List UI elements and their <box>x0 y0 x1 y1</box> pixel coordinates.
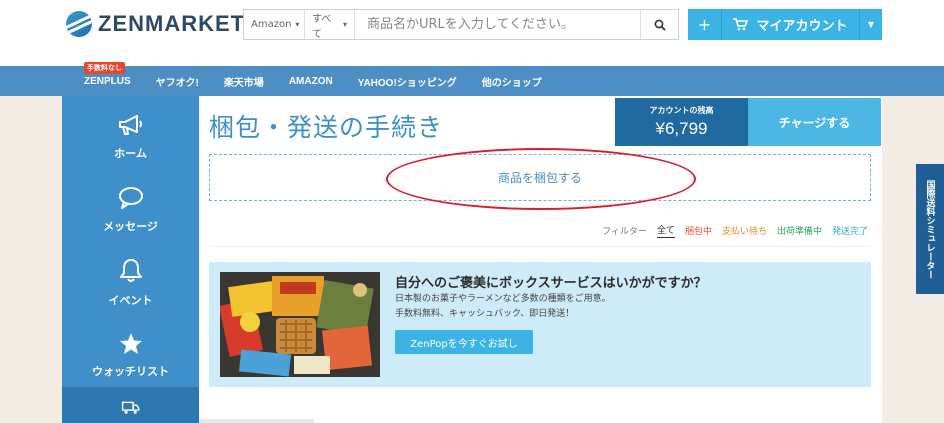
main-nav: 手数料なし ZENPLUS ヤフオク! 楽天市場 AMAZON YAHOO!ショ… <box>0 61 944 96</box>
my-account-label: マイアカウント <box>756 19 848 34</box>
try-zenpop-button[interactable]: ZenPopを今すぐお試し <box>395 330 533 354</box>
sidebar-item-messages[interactable]: メッセージ <box>62 173 199 246</box>
nav-item-label: ZENPLUS <box>84 75 131 87</box>
search-input[interactable] <box>355 10 640 39</box>
pack-items-button[interactable]: 商品を梱包する <box>209 154 871 201</box>
star-icon <box>119 333 142 354</box>
horizontal-scrollbar[interactable] <box>199 419 314 423</box>
balance-label: アカウントの残高 <box>649 106 714 115</box>
nav-item-zenplus[interactable]: 手数料なし ZENPLUS <box>84 61 131 87</box>
nav-item-amazon[interactable]: AMAZON <box>289 76 333 87</box>
source-select-value: Amazon <box>251 19 292 30</box>
shipping-simulator-tab[interactable]: 国際送料シミュレーター <box>916 164 944 294</box>
account-balance: アカウントの残高 ¥6,799 <box>615 98 748 146</box>
zenpop-promo-banner: 自分へのご褒美にボックスサービスはいかがですか？ 日本製のお菓子やラーメンなど多… <box>209 262 871 387</box>
category-select[interactable]: すべて ▾ <box>305 10 355 40</box>
logo-mark-icon <box>66 11 92 37</box>
account-dropdown-toggle[interactable]: ▼ <box>860 9 882 40</box>
sidebar-item-shipping[interactable] <box>62 387 199 423</box>
status-filters: フィルター 全て 梱包中 支払い待ち 出荷準備中 発送完了 <box>592 223 868 238</box>
search-button[interactable] <box>640 10 678 39</box>
chevron-down-icon: ▾ <box>342 20 347 29</box>
search-icon <box>654 19 666 31</box>
chevron-down-icon: ▼ <box>867 20 875 29</box>
page-title: 梱包・発送の手続き <box>209 113 444 142</box>
filter-all[interactable]: 全て <box>656 223 675 238</box>
nav-item-label: AMAZON <box>288 75 333 87</box>
category-select-value: すべて <box>312 13 332 40</box>
snack-box-image[interactable] <box>220 272 380 377</box>
nav-item-rakuten[interactable]: 楽天市場 <box>224 74 264 89</box>
balance-value: ¥6,799 <box>655 119 708 138</box>
nav-item-label: ヤフオク! <box>155 77 199 89</box>
filter-packing[interactable]: 梱包中 <box>685 224 712 237</box>
filter-shipped[interactable]: 発送完了 <box>832 224 868 237</box>
plus-icon: + <box>697 15 712 34</box>
nav-item-label: YAHOO!ショッピング <box>357 77 457 89</box>
shipping-simulator-label: 国際送料シミュレーター <box>924 179 935 279</box>
sidebar-item-events[interactable]: イベント <box>62 246 199 319</box>
logo-text: ZENMARKET <box>98 11 246 36</box>
add-button[interactable]: + <box>688 9 722 40</box>
nav-item-label: 他のショップ <box>481 77 542 89</box>
sidebar-item-label: ウォッチリスト <box>92 365 169 378</box>
snack-photo-illustration <box>220 272 380 377</box>
filter-awaiting-payment[interactable]: 支払い待ち <box>722 224 767 237</box>
filter-shipping-prep[interactable]: 出荷準備中 <box>777 224 822 237</box>
charge-button[interactable]: チャージする <box>748 98 881 146</box>
promo-description: 日本製のお菓子やラーメンなど多数の種類をご用意。 <box>395 294 611 304</box>
nav-item-label: 楽天市場 <box>223 77 264 89</box>
nav-item-other-shops[interactable]: 他のショップ <box>482 74 542 89</box>
bell-icon <box>119 258 142 282</box>
nav-item-yahoo-shopping[interactable]: YAHOO!ショッピング <box>358 74 457 89</box>
sidebar-item-home[interactable]: ホーム <box>62 100 199 173</box>
truck-icon <box>121 401 139 414</box>
chat-bubble-icon <box>118 186 143 209</box>
nav-item-yahoo-auction[interactable]: ヤフオク! <box>156 74 199 89</box>
main-content: 梱包・発送の手続き アカウントの残高 ¥6,799 チャージする 商品を梱包する… <box>199 96 882 423</box>
chevron-down-icon: ▾ <box>295 20 300 29</box>
promo-title: 自分へのご褒美にボックスサービスはいかがですか？ <box>395 276 707 291</box>
account-buttons: + マイアカウント ▼ <box>688 9 882 40</box>
promo-benefits: 手数料無料、キャッシュバック、即日発送！ <box>395 309 575 319</box>
cart-icon <box>733 18 749 31</box>
logo[interactable]: ZENMARKET <box>66 9 245 39</box>
filter-label: フィルター <box>602 227 647 237</box>
sidebar-item-watchlist[interactable]: ウォッチリスト <box>62 319 199 392</box>
search-bar: Amazon ▾ すべて ▾ <box>243 9 679 40</box>
pack-items-label: 商品を梱包する <box>497 171 582 185</box>
nav-badge-no-fee: 手数料なし <box>84 61 125 74</box>
sidebar: ホーム メッセージ イベント ウォッチリスト <box>62 96 199 423</box>
sidebar-item-label: メッセージ <box>103 219 158 233</box>
my-account-button[interactable]: マイアカウント <box>722 9 860 40</box>
header: ZENMARKET Amazon ▾ すべて ▾ + <box>0 0 944 66</box>
source-select[interactable]: Amazon ▾ <box>244 10 305 39</box>
sidebar-item-label: ホーム <box>114 146 147 160</box>
divider <box>209 246 871 247</box>
sidebar-item-label: イベント <box>108 293 153 307</box>
megaphone-icon <box>118 114 142 135</box>
